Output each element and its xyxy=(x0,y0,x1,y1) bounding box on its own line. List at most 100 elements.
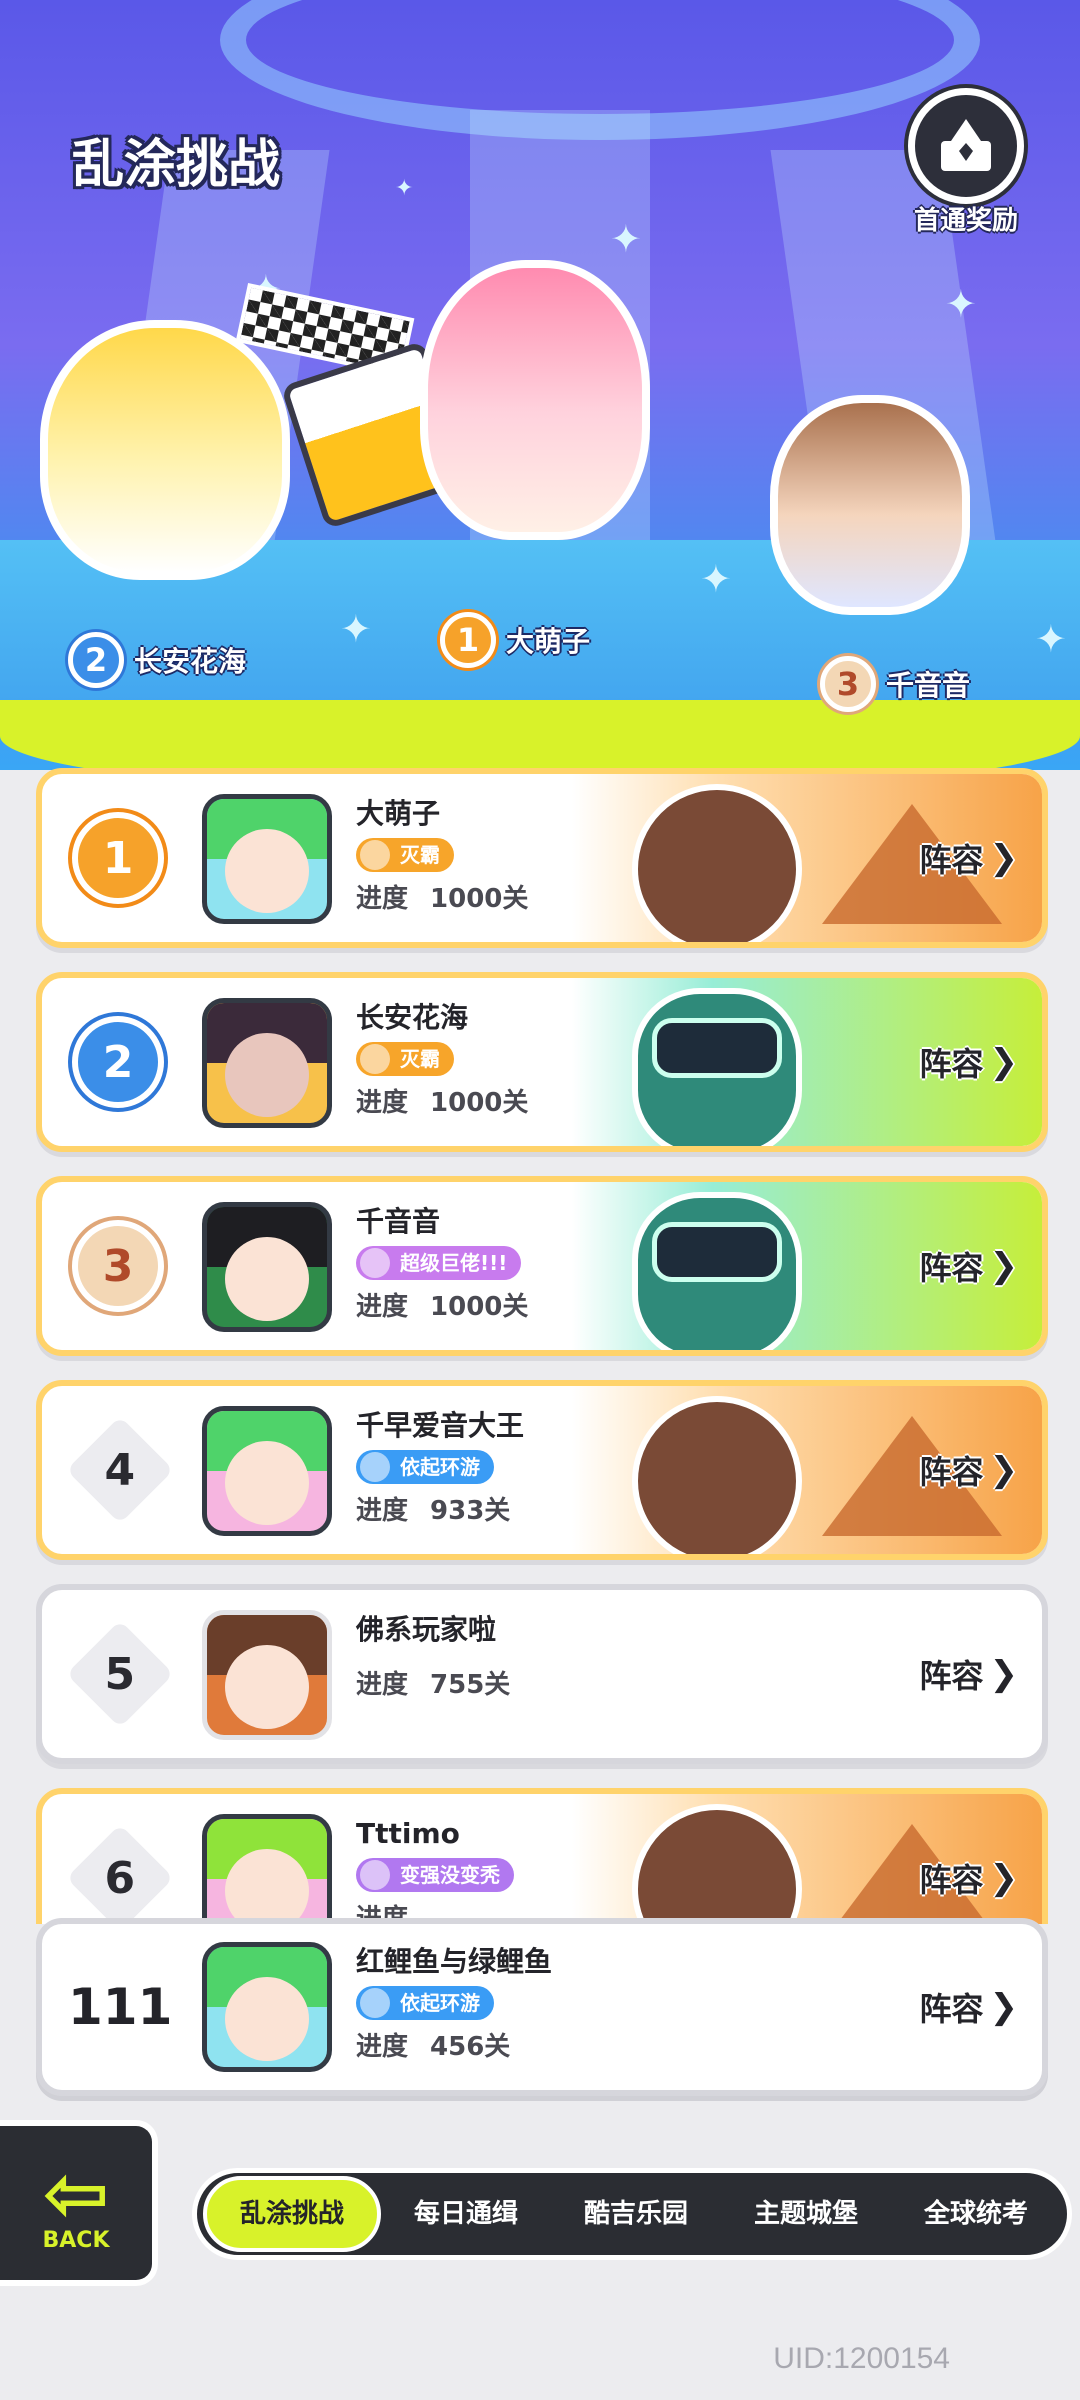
lineup-button[interactable]: 阵容 ❯ xyxy=(919,1039,1018,1085)
avatar-face xyxy=(225,1849,309,1924)
lineup-label: 阵容 xyxy=(919,1861,984,1899)
first-reward-label: 首通奖励 xyxy=(913,206,1018,236)
progress-value: 755关 xyxy=(430,1670,511,1700)
avatar-face xyxy=(225,1977,309,2061)
player-info: 大萌子 灭霸 进度 1000关 xyxy=(356,794,676,915)
my-rank-row[interactable]: 111 红鲤鱼与绿鲤鱼 依起环游 进度 456关 阵容 ❯ xyxy=(36,1918,1048,2096)
player-name: 佛系玩家啦 xyxy=(356,1613,497,1646)
rank-number-badge: 5 xyxy=(66,1620,174,1728)
player-info: Tttimo 变强没变秃 进度 xyxy=(356,1814,676,1924)
player-info: 长安花海 灭霸 进度 1000关 xyxy=(356,998,676,1119)
chevron-right-icon: ❯ xyxy=(989,1450,1019,1490)
avatar[interactable] xyxy=(202,794,332,924)
lineup-button[interactable]: 阵容 ❯ xyxy=(919,835,1018,881)
lineup-button[interactable]: 阵容 ❯ xyxy=(919,1447,1018,1493)
chevron-right-icon: ❯ xyxy=(989,1042,1019,1082)
avatar[interactable] xyxy=(202,1610,332,1740)
lineup-label: 阵容 xyxy=(919,1990,984,2028)
rank-row[interactable]: 3 千音音 超级巨佬!!! 进度 1000关 阵容 ❯ xyxy=(36,1176,1048,1356)
progress-label: 进度 xyxy=(356,884,409,914)
progress-line: 进度 1000关 xyxy=(356,1286,676,1323)
sparkle-icon: ✦ xyxy=(610,217,642,261)
rank-medal-icon: 3 xyxy=(820,656,876,712)
avatar-face xyxy=(225,1441,309,1525)
my-rank-number: 111 xyxy=(68,1978,173,2036)
lineup-label: 阵容 xyxy=(919,841,984,879)
lineup-label: 阵容 xyxy=(919,1249,984,1287)
player-name: 红鲤鱼与绿鲤鱼 xyxy=(356,1945,553,1978)
trophy-box-icon xyxy=(908,88,1024,204)
progress-label: 进度 xyxy=(356,1670,409,1700)
rank-number: 5 xyxy=(104,1648,136,1700)
progress-line: 进度 755关 xyxy=(356,1664,676,1701)
progress-value: 1000关 xyxy=(430,1088,529,1118)
progress-label: 进度 xyxy=(356,1088,409,1118)
avatar-face xyxy=(225,1033,309,1117)
avatar[interactable] xyxy=(202,1202,332,1332)
lineup-button[interactable]: 阵容 ❯ xyxy=(919,1984,1018,2030)
lineup-label: 阵容 xyxy=(919,1045,984,1083)
progress-value: 456关 xyxy=(430,2032,511,2062)
progress-value: 1000关 xyxy=(430,884,529,914)
title-badge: 灭霸 xyxy=(356,1042,454,1076)
rank-number-badge: 6 xyxy=(66,1824,174,1924)
progress-line: 进度 1000关 xyxy=(356,1082,676,1119)
tab-doodle-challenge[interactable]: 乱涂挑战 xyxy=(203,2176,381,2252)
rank-number: 4 xyxy=(104,1444,136,1496)
title-badge: 依起环游 xyxy=(356,1450,494,1484)
page-title: 乱涂挑战 xyxy=(72,135,281,195)
podium-character-3[interactable] xyxy=(770,395,970,615)
podium-label-3: 3 千音音 xyxy=(820,656,970,712)
avatar[interactable] xyxy=(202,998,332,1128)
player-name: 长安花海 xyxy=(356,1001,469,1034)
lineup-button[interactable]: 阵容 ❯ xyxy=(919,1651,1018,1697)
lineup-button[interactable]: 阵容 ❯ xyxy=(919,1243,1018,1289)
rank-row[interactable]: 2 长安花海 灭霸 进度 1000关 阵容 ❯ xyxy=(36,972,1048,1152)
rank-medal-icon: 1 xyxy=(440,612,496,668)
tab-daily-wanted[interactable]: 每日通缉 xyxy=(381,2176,551,2252)
podium-character-2[interactable] xyxy=(40,320,290,580)
avatar[interactable] xyxy=(202,1942,332,2072)
rank-row[interactable]: 1 大萌子 灭霸 进度 1000关 阵容 ❯ xyxy=(36,768,1048,948)
sparkle-icon: ✦ xyxy=(395,176,414,201)
player-name: 千早爱音大王 xyxy=(356,1409,525,1442)
chevron-right-icon: ❯ xyxy=(989,838,1019,878)
tab-theme-castle[interactable]: 主题城堡 xyxy=(721,2176,891,2252)
chevron-right-icon: ❯ xyxy=(989,1246,1019,1286)
lineup-button[interactable]: 阵容 ❯ xyxy=(919,1855,1018,1901)
tab-kuji-park[interactable]: 酷吉乐园 xyxy=(551,2176,721,2252)
title-badge: 依起环游 xyxy=(356,1986,494,2020)
sparkle-icon: ✦ xyxy=(700,557,732,601)
title-badge: 变强没变秃 xyxy=(356,1858,514,1892)
rank-medal-icon: 2 xyxy=(72,1016,164,1108)
chevron-right-icon: ❯ xyxy=(989,1987,1019,2027)
progress-label: 进度 xyxy=(356,1292,409,1322)
rank-row[interactable]: 6 Tttimo 变强没变秃 进度 阵容 ❯ xyxy=(36,1788,1048,1924)
player-info: 红鲤鱼与绿鲤鱼 依起环游 进度 456关 xyxy=(356,1942,676,2063)
avatar[interactable] xyxy=(202,1406,332,1536)
avatar-face xyxy=(225,829,309,913)
player-info: 千音音 超级巨佬!!! 进度 1000关 xyxy=(356,1202,676,1323)
progress-value: 933关 xyxy=(430,1496,511,1526)
back-button[interactable]: ⇦ BACK xyxy=(0,2120,158,2286)
avatar[interactable] xyxy=(202,1814,332,1924)
sparkle-icon: ✦ xyxy=(945,282,977,326)
rank-medal-icon: 3 xyxy=(72,1220,164,1312)
progress-label: 进度 xyxy=(356,2032,409,2062)
back-label: BACK xyxy=(42,2227,110,2253)
progress-line: 进度 456关 xyxy=(356,2026,676,2063)
title-badge: 灭霸 xyxy=(356,838,454,872)
podium-name: 大萌子 xyxy=(506,625,591,658)
rank-number: 6 xyxy=(104,1852,136,1904)
rank-row[interactable]: 5 佛系玩家啦 进度 755关 阵容 ❯ xyxy=(36,1584,1048,1764)
rank-medal-icon: 2 xyxy=(68,632,124,688)
title-badge: 超级巨佬!!! xyxy=(356,1246,522,1280)
rank-medal-icon: 1 xyxy=(72,812,164,904)
tab-global-exam[interactable]: 全球统考 xyxy=(891,2176,1061,2252)
ranking-list[interactable]: 1 大萌子 灭霸 进度 1000关 阵容 ❯ 2 长安花海 灭霸 进度 1000… xyxy=(36,764,1048,1924)
rank-row[interactable]: 4 千早爱音大王 依起环游 进度 933关 阵容 ❯ xyxy=(36,1380,1048,1560)
podium-character-1[interactable] xyxy=(420,260,650,540)
first-reward-button[interactable]: 首通奖励 xyxy=(896,88,1036,238)
chevron-right-icon: ❯ xyxy=(989,1858,1019,1898)
progress-line: 进度 933关 xyxy=(356,1490,676,1527)
